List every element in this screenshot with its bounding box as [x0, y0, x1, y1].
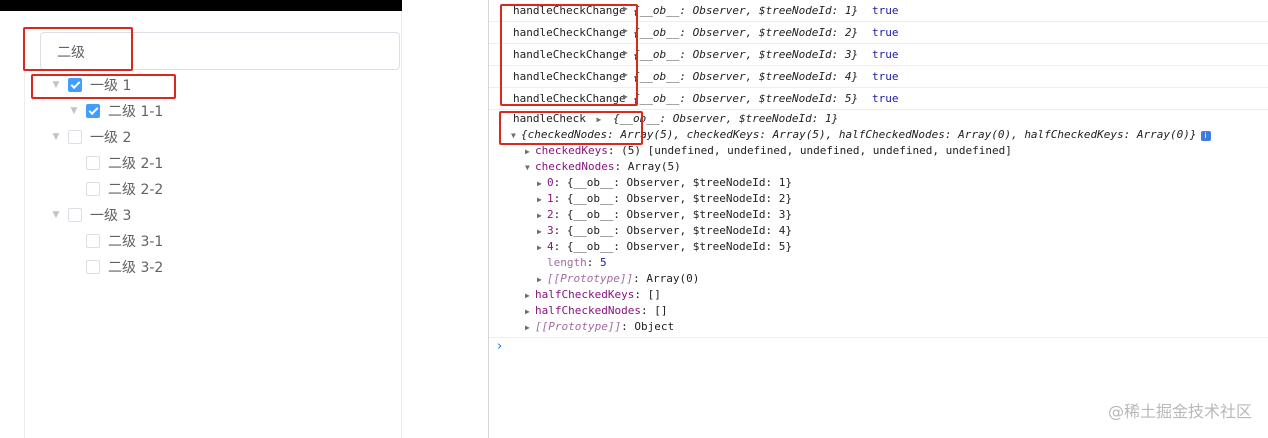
- array-value: {__ob__: Observer, $treeNodeId: 4}: [566, 224, 793, 237]
- checkbox[interactable]: [86, 234, 100, 248]
- array-value: {__ob__: Observer, $treeNodeId: 1}: [566, 176, 793, 189]
- log-value: true: [872, 26, 899, 39]
- caret-down-icon[interactable]: ▼: [50, 209, 62, 221]
- tree-node[interactable]: ▼ 一级 2: [50, 124, 131, 150]
- log-object[interactable]: {__ob__: Observer, $treeNodeId: 3}: [633, 48, 858, 61]
- log-value: true: [872, 70, 899, 83]
- expand-arrow-icon[interactable]: ▶: [537, 224, 547, 240]
- object-prototype-row[interactable]: ▶ [[Prototype]]: Object: [525, 319, 674, 335]
- array-value: {__ob__: Observer, $treeNodeId: 3}: [566, 208, 793, 221]
- prop-value: Array(0): [646, 272, 700, 285]
- expand-arrow-icon[interactable]: ▶: [525, 304, 535, 320]
- checked-keys-row[interactable]: ▶ checkedKeys: (5) [undefined, undefined,…: [525, 143, 1012, 159]
- prop-key: checkedNodes: [535, 160, 615, 173]
- prop-key: length: [547, 256, 587, 269]
- log-object[interactable]: {__ob__: Observer, $treeNodeId: 1}: [613, 112, 838, 125]
- log-object[interactable]: {__ob__: Observer, $treeNodeId: 5}: [633, 92, 858, 105]
- expand-arrow-icon[interactable]: ▶: [537, 272, 547, 288]
- expand-arrow-icon[interactable]: ▶: [537, 192, 547, 208]
- expand-arrow-icon[interactable]: ▶: [525, 288, 535, 304]
- array-value: {__ob__: Observer, $treeNodeId: 2}: [566, 192, 793, 205]
- array-entry-row[interactable]: ▶ 0: {__ob__: Observer, $treeNodeId: 1}: [537, 175, 792, 191]
- array-entry-row[interactable]: ▶ 2: {__ob__: Observer, $treeNodeId: 3}: [537, 207, 792, 223]
- caret-down-icon[interactable]: ▼: [68, 105, 80, 117]
- half-checked-nodes-row[interactable]: ▶ halfCheckedNodes: []: [525, 303, 667, 319]
- tree-node-label: 二级 3-2: [108, 260, 164, 276]
- array-prototype-row[interactable]: ▶ [[Prototype]]: Array(0): [537, 271, 699, 287]
- checkbox[interactable]: [68, 130, 82, 144]
- tree-node[interactable]: ▼ 二级 3-2: [68, 254, 163, 280]
- array-index: 4: [547, 240, 554, 253]
- checkbox[interactable]: [68, 208, 82, 222]
- array-index: 0: [547, 176, 554, 189]
- expand-arrow-icon[interactable]: ▶: [537, 240, 547, 256]
- array-index: 1: [547, 192, 554, 205]
- collapse-arrow-icon[interactable]: ▼: [525, 160, 535, 176]
- log-value: true: [872, 92, 899, 105]
- array-index: 2: [547, 208, 554, 221]
- log-object[interactable]: {__ob__: Observer, $treeNodeId: 2}: [633, 26, 858, 39]
- tree-node[interactable]: ▼ 二级 2-2: [68, 176, 163, 202]
- tree-node[interactable]: ▼ 二级 2-1: [68, 150, 163, 176]
- prompt-chevron-icon: ›: [497, 339, 503, 354]
- tree-node-label: 一级 2: [90, 130, 132, 146]
- checkbox[interactable]: [86, 104, 100, 118]
- console-input[interactable]: ›: [489, 337, 1268, 357]
- array-value: {__ob__: Observer, $treeNodeId: 5}: [566, 240, 793, 253]
- prop-key: [[Prototype]]: [547, 272, 634, 285]
- array-entry-row[interactable]: ▶ 4: {__ob__: Observer, $treeNodeId: 5}: [537, 239, 792, 255]
- array-entry-row[interactable]: ▶ 3: {__ob__: Observer, $treeNodeId: 4}: [537, 223, 792, 239]
- tree-node[interactable]: ▼ 二级 3-1: [68, 228, 163, 254]
- checkbox[interactable]: [86, 260, 100, 274]
- tree-node[interactable]: ▼ 二级 1-1: [68, 98, 163, 124]
- prop-value: []: [654, 304, 668, 317]
- tree-node-label: 二级 3-1: [108, 234, 164, 250]
- tree-node-label: 二级 1-1: [108, 104, 164, 120]
- array-entry-row[interactable]: ▶ 1: {__ob__: Observer, $treeNodeId: 2}: [537, 191, 792, 207]
- tree-node-label: 一级 3: [90, 208, 132, 224]
- log-value: true: [872, 4, 899, 17]
- length-row: length: 5: [547, 256, 607, 269]
- half-checked-keys-row[interactable]: ▶ halfCheckedKeys: []: [525, 287, 661, 303]
- prop-value: Array(5): [627, 160, 681, 173]
- prop-key: checkedKeys: [535, 144, 608, 157]
- prop-value: Object: [634, 320, 675, 333]
- top-bar: [0, 0, 402, 11]
- log-object[interactable]: {__ob__: Observer, $treeNodeId: 4}: [633, 70, 858, 83]
- tree-node-label: 二级 2-2: [108, 182, 164, 198]
- prop-key: halfCheckedNodes: [535, 304, 641, 317]
- expand-arrow-icon[interactable]: ▶: [537, 208, 547, 224]
- checkbox[interactable]: [86, 182, 100, 196]
- expand-arrow-icon[interactable]: ▶: [525, 320, 535, 336]
- annotation-box: [23, 27, 133, 71]
- expand-arrow-icon[interactable]: ▶: [525, 144, 535, 160]
- log-value: true: [872, 48, 899, 61]
- log-object[interactable]: {__ob__: Observer, $treeNodeId: 1}: [633, 4, 858, 17]
- info-icon[interactable]: i: [1200, 131, 1211, 141]
- prop-key: halfCheckedKeys: [535, 288, 635, 301]
- array-index: 3: [547, 224, 554, 237]
- tree-node[interactable]: ▼ 一级 3: [50, 202, 131, 228]
- expand-arrow-icon[interactable]: ▶: [537, 176, 547, 192]
- annotation-box: [499, 111, 643, 145]
- prop-value: []: [647, 288, 661, 301]
- annotation-box: [31, 74, 176, 99]
- prop-value: 5: [600, 256, 607, 269]
- tree-node-label: 二级 2-1: [108, 156, 164, 172]
- prop-key: [[Prototype]]: [535, 320, 622, 333]
- caret-down-icon[interactable]: ▼: [50, 131, 62, 143]
- prop-value: (5) [undefined, undefined, undefined, un…: [621, 144, 1012, 157]
- watermark: @稀土掘金技术社区: [1107, 402, 1252, 421]
- checkbox[interactable]: [86, 156, 100, 170]
- annotation-box: [500, 4, 638, 106]
- checked-nodes-row[interactable]: ▼ checkedNodes: Array(5): [525, 159, 681, 175]
- divider: [24, 30, 25, 438]
